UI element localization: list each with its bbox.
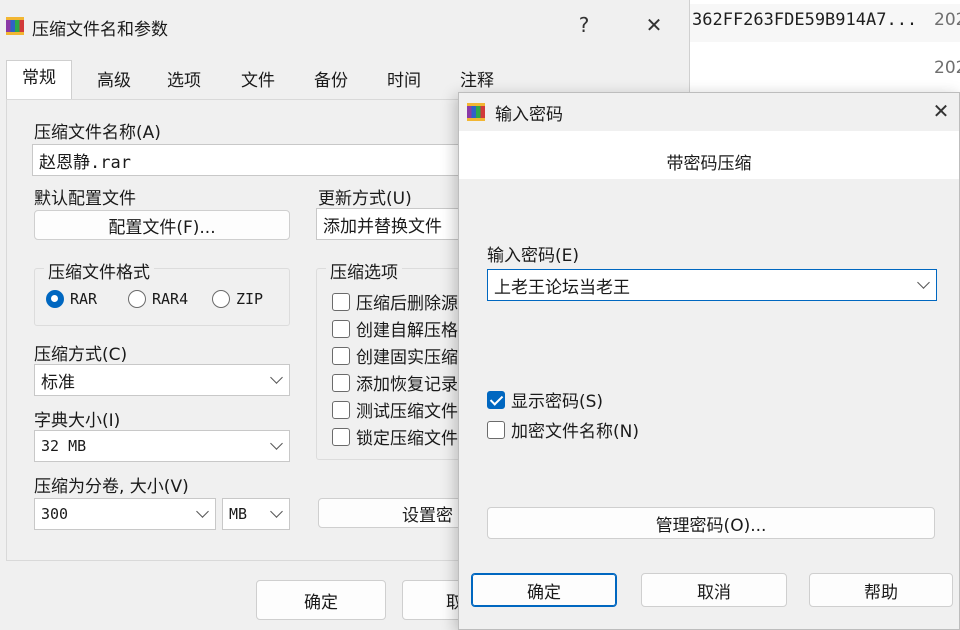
compression-options-label: 压缩选项 — [326, 258, 402, 283]
password-input[interactable]: 上老王论坛当老王 — [487, 269, 937, 301]
organize-passwords-button[interactable]: 管理密码(O)... — [487, 507, 935, 539]
format-radio-zip[interactable]: ZIP — [212, 290, 263, 308]
tab-options[interactable]: 选项 — [152, 63, 216, 99]
option-lock-archive[interactable]: 锁定压缩文件 — [332, 424, 458, 449]
update-mode-select[interactable]: 添加并替换文件 — [316, 208, 462, 240]
chevron-down-icon — [270, 371, 283, 384]
option-delete-after-archiving[interactable]: 压缩后删除源 — [332, 289, 458, 314]
help-button[interactable]: 帮助 — [809, 573, 953, 607]
tab-advanced[interactable]: 高级 — [80, 63, 148, 99]
checkbox-indicator — [332, 427, 350, 446]
chevron-down-icon — [196, 505, 209, 518]
dictionary-size-value: 32 MB — [41, 437, 87, 455]
tab-files[interactable]: 文件 — [226, 63, 290, 99]
dialog-title: 输入密码 — [495, 105, 563, 125]
split-size-value: 300 — [41, 505, 69, 523]
option-create-solid[interactable]: 创建固实压缩 — [332, 343, 458, 368]
compression-method-value: 标准 — [41, 372, 75, 393]
tab-time[interactable]: 时间 — [372, 63, 436, 99]
ok-button[interactable]: 确定 — [256, 580, 386, 620]
checkbox-indicator — [332, 373, 350, 392]
dictionary-size-select[interactable]: 32 MB — [34, 430, 290, 462]
option-add-recovery-record[interactable]: 添加恢复记录 — [332, 370, 458, 395]
background-date: 202 — [934, 58, 960, 78]
split-unit-value: MB — [229, 505, 248, 523]
option-label: 添加恢复记录 — [356, 375, 458, 395]
ok-button[interactable]: 确定 — [471, 573, 617, 607]
format-option-label: RAR — [70, 290, 98, 308]
checkbox-indicator — [487, 390, 505, 409]
cancel-button[interactable]: 取消 — [641, 573, 787, 607]
background-file-hash: 362FF263FDE59B914A7... — [692, 10, 918, 30]
option-label: 测试压缩文件 — [356, 402, 458, 422]
password-label: 输入密码(E) — [487, 246, 580, 266]
default-profile-label: 默认配置文件 — [34, 189, 136, 209]
dictionary-size-label: 字典大小(I) — [34, 411, 121, 431]
radio-indicator — [128, 290, 146, 308]
archive-name-label: 压缩文件名称(A) — [34, 123, 161, 143]
winrar-app-icon — [6, 17, 24, 35]
checkbox-indicator — [332, 400, 350, 419]
radio-indicator — [212, 290, 230, 308]
profile-button[interactable]: 配置文件(F)... — [34, 210, 290, 240]
checkbox-indicator — [332, 319, 350, 338]
encrypt-file-names-checkbox[interactable]: 加密文件名称(N) — [487, 417, 639, 442]
chevron-down-icon — [270, 505, 283, 518]
archive-format-group-label: 压缩文件格式 — [44, 258, 154, 283]
encrypt-file-names-label: 加密文件名称(N) — [511, 422, 639, 442]
checkbox-indicator — [332, 292, 350, 311]
option-test-archive[interactable]: 测试压缩文件 — [332, 397, 458, 422]
format-radio-rar4[interactable]: RAR4 — [128, 290, 188, 308]
archive-name-input[interactable]: 赵恩静.rar — [32, 144, 462, 176]
split-volumes-label: 压缩为分卷, 大小(V) — [34, 477, 189, 497]
enter-password-dialog: 输入密码 ✕ 带密码压缩 输入密码(E) 上老王论坛当老王 显示密码(S) 加密… — [458, 92, 960, 630]
format-option-label: ZIP — [236, 290, 264, 308]
option-label: 锁定压缩文件 — [356, 429, 458, 449]
format-radio-rar[interactable]: RAR — [46, 290, 97, 308]
option-label: 创建自解压格 — [356, 321, 458, 341]
show-password-label: 显示密码(S) — [511, 392, 604, 412]
close-button[interactable]: ✕ — [636, 13, 672, 37]
compression-method-label: 压缩方式(C) — [34, 345, 128, 365]
show-password-checkbox[interactable]: 显示密码(S) — [487, 387, 603, 412]
update-mode-value: 添加并替换文件 — [323, 216, 442, 237]
checkbox-indicator — [487, 420, 505, 439]
split-unit-select[interactable]: MB — [222, 498, 290, 530]
winrar-app-icon — [467, 103, 485, 121]
radio-indicator — [46, 290, 64, 308]
split-size-select[interactable]: 300 — [34, 498, 216, 530]
tab-backup[interactable]: 备份 — [298, 63, 364, 99]
password-value: 上老王论坛当老王 — [494, 277, 630, 298]
checkbox-indicator — [332, 346, 350, 365]
background-date: 202 — [934, 10, 960, 30]
close-button[interactable]: ✕ — [923, 99, 959, 123]
dialog-header: 带密码压缩 — [666, 154, 752, 174]
chevron-down-icon — [917, 276, 930, 289]
tab-general[interactable]: 常规 — [6, 60, 72, 100]
option-label: 压缩后删除源 — [356, 294, 458, 314]
option-create-sfx[interactable]: 创建自解压格 — [332, 316, 458, 341]
help-button[interactable]: ? — [566, 13, 602, 37]
set-password-button[interactable]: 设置密 — [318, 498, 462, 528]
compression-method-select[interactable]: 标准 — [34, 364, 290, 396]
update-mode-label: 更新方式(U) — [318, 189, 412, 209]
chevron-down-icon — [270, 437, 283, 450]
format-option-label: RAR4 — [152, 290, 189, 308]
dialog-title: 压缩文件名和参数 — [32, 20, 168, 40]
option-label: 创建固实压缩 — [356, 348, 458, 368]
